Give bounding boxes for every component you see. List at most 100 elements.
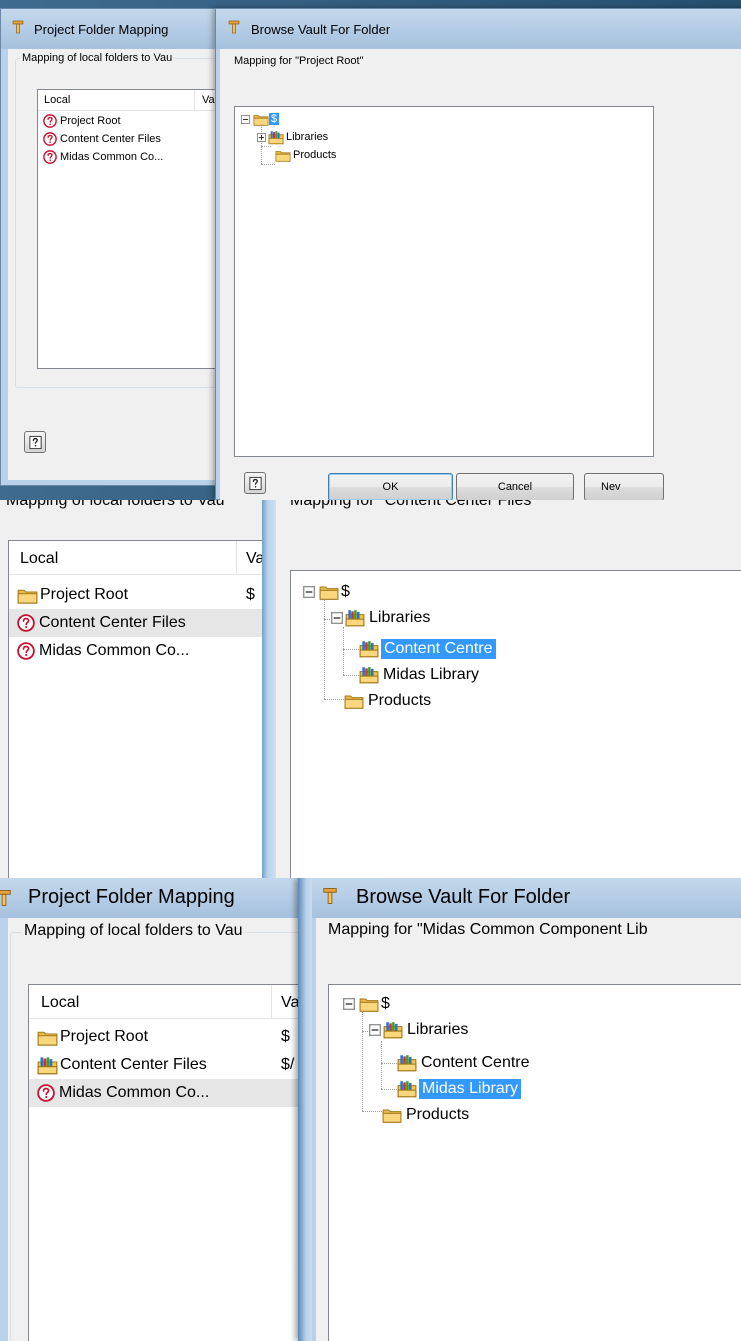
list-item-label: Content Center Files <box>39 614 186 631</box>
tree-node-label: Midas Library <box>383 666 480 683</box>
column-separator[interactable] <box>236 541 237 574</box>
window-border <box>262 500 276 878</box>
tree-node-label: Content Centre <box>421 1054 530 1071</box>
list-item[interactable]: Midas Common Co... <box>38 148 226 165</box>
titlebar[interactable]: Browse Vault For Folder <box>312 878 741 918</box>
window-title: Project Folder Mapping <box>28 886 235 908</box>
list-item[interactable]: Project Root <box>38 112 226 129</box>
column-header-vault[interactable]: Va <box>202 94 215 106</box>
new-folder-button[interactable]: Nev <box>584 473 664 500</box>
tree-line <box>324 591 325 699</box>
folder-mapping-list[interactable]: Local Va Project Root $ Content Center F… <box>8 540 278 878</box>
project-folder-mapping-client: Mapping of local folders to Vau Local Va… <box>0 500 278 878</box>
library-folder-icon <box>37 1056 58 1075</box>
vault-folder-tree[interactable]: $ Libraries Products <box>234 106 654 457</box>
tree-line <box>343 649 359 650</box>
column-separator[interactable] <box>271 985 272 1018</box>
folder-mapping-list[interactable]: Local Va Project Root Content Center Fil… <box>37 89 227 369</box>
tree-node-products[interactable]: Products <box>275 147 338 163</box>
collapse-icon[interactable] <box>331 612 343 624</box>
tree-node-content-centre[interactable]: Content Centre <box>359 637 496 661</box>
mapping-group-label: Mapping of local folders to Vau <box>6 500 225 509</box>
tree-node-products[interactable]: Products <box>344 689 433 713</box>
window-title: Browse Vault For Folder <box>356 886 571 908</box>
titlebar[interactable]: Project Folder Mapping <box>1 9 231 49</box>
tree-node-root[interactable]: $ <box>303 581 352 603</box>
mapping-group-label: Mapping of local folders to Vau <box>22 922 245 940</box>
tree-line <box>324 699 344 700</box>
tree-node-products[interactable]: Products <box>382 1103 471 1127</box>
list-item[interactable]: Content Center Files <box>38 130 226 147</box>
vault-folder-tree[interactable]: $ Libraries Content Centre Midas Library… <box>290 570 741 878</box>
tree-node-label: Midas Library <box>419 1079 522 1099</box>
column-header-local[interactable]: Local <box>41 994 79 1012</box>
folder-mapping-list[interactable]: Local Va Project Root $ Content Center F… <box>28 984 318 1341</box>
tree-node-libraries[interactable]: Libraries <box>331 607 432 629</box>
screenshot-panel-3: Project Folder Mapping Mapping of local … <box>0 878 741 1341</box>
expand-icon[interactable] <box>257 133 266 142</box>
mapping-label: Mapping for "Content Center Files" <box>290 500 538 509</box>
collapse-icon[interactable] <box>241 115 250 124</box>
mapping-label: Mapping for "Project Root" <box>234 55 364 67</box>
tree-node-midas-library[interactable]: Midas Library <box>359 663 481 687</box>
folder-icon <box>37 1029 58 1046</box>
tree-node-content-centre[interactable]: Content Centre <box>397 1051 532 1075</box>
library-folder-icon <box>383 1021 403 1039</box>
help-icon <box>248 476 263 491</box>
ok-button[interactable]: OK <box>328 473 453 500</box>
browse-vault-window: Browse Vault For Folder Mapping for "Mid… <box>312 878 741 1341</box>
list-item-value: $ <box>246 586 255 603</box>
list-item-value: $/ <box>281 1056 295 1073</box>
question-icon <box>43 150 57 164</box>
folder-icon <box>17 587 38 604</box>
library-folder-icon <box>397 1054 417 1072</box>
collapse-icon[interactable] <box>343 998 355 1010</box>
list-item[interactable]: Project Root $ <box>29 1023 317 1051</box>
list-item[interactable]: Midas Common Co... <box>9 637 277 665</box>
tree-node-root[interactable]: $ <box>241 111 280 127</box>
tree-node-label: Products <box>406 1106 470 1123</box>
list-item[interactable]: Project Root $ <box>9 581 277 609</box>
titlebar[interactable]: Browse Vault For Folder <box>216 9 741 49</box>
list-item-label: Midas Common Co... <box>39 642 190 659</box>
mapping-label: Mapping for "Midas Common Component Lib <box>328 921 648 938</box>
library-folder-icon <box>359 666 379 684</box>
column-header-local[interactable]: Local <box>20 550 58 568</box>
list-item[interactable]: Midas Common Co... <box>29 1079 317 1107</box>
question-icon <box>17 614 35 632</box>
question-icon <box>37 1084 55 1102</box>
list-item[interactable]: Content Center Files <box>9 609 277 637</box>
list-item-label: Project Root <box>60 1028 149 1045</box>
folder-icon <box>275 149 291 162</box>
folder-icon <box>344 693 364 709</box>
library-folder-icon <box>345 609 365 627</box>
tree-node-midas-library[interactable]: Midas Library <box>397 1077 522 1101</box>
cancel-button[interactable]: Cancel <box>456 473 574 500</box>
help-button[interactable] <box>24 431 46 453</box>
window-client-area: Mapping of local folders to Vau Local Va… <box>8 918 320 1341</box>
tree-node-libraries[interactable]: Libraries <box>369 1019 470 1041</box>
titlebar[interactable]: Project Folder Mapping <box>0 878 310 918</box>
app-icon <box>0 888 14 908</box>
tree-line <box>362 1111 382 1112</box>
tree-node-label: Libraries <box>286 131 329 143</box>
column-separator[interactable] <box>194 90 195 110</box>
tree-line <box>343 675 359 676</box>
vault-folder-tree[interactable]: $ Libraries Content Centre Midas Library <box>328 984 741 1341</box>
list-item[interactable]: Content Center Files $/ <box>29 1051 317 1079</box>
tree-line <box>343 627 344 675</box>
tree-node-libraries[interactable]: Libraries <box>257 129 330 145</box>
collapse-icon[interactable] <box>303 586 315 598</box>
folder-icon <box>319 584 339 600</box>
screenshot-panel-2: Mapping of local folders to Vau Local Va… <box>0 500 741 878</box>
library-folder-icon <box>268 130 284 145</box>
list-item-label: Midas Common Co... <box>59 1084 210 1101</box>
column-header-vault[interactable]: Va <box>281 994 299 1012</box>
column-header-local[interactable]: Local <box>44 94 70 106</box>
tree-node-root[interactable]: $ <box>343 993 392 1015</box>
browse-vault-window: Browse Vault For Folder Mapping for "Pro… <box>215 8 741 500</box>
help-button[interactable] <box>244 472 266 494</box>
collapse-icon[interactable] <box>369 1024 381 1036</box>
app-icon <box>226 19 242 35</box>
folder-icon <box>359 996 379 1012</box>
